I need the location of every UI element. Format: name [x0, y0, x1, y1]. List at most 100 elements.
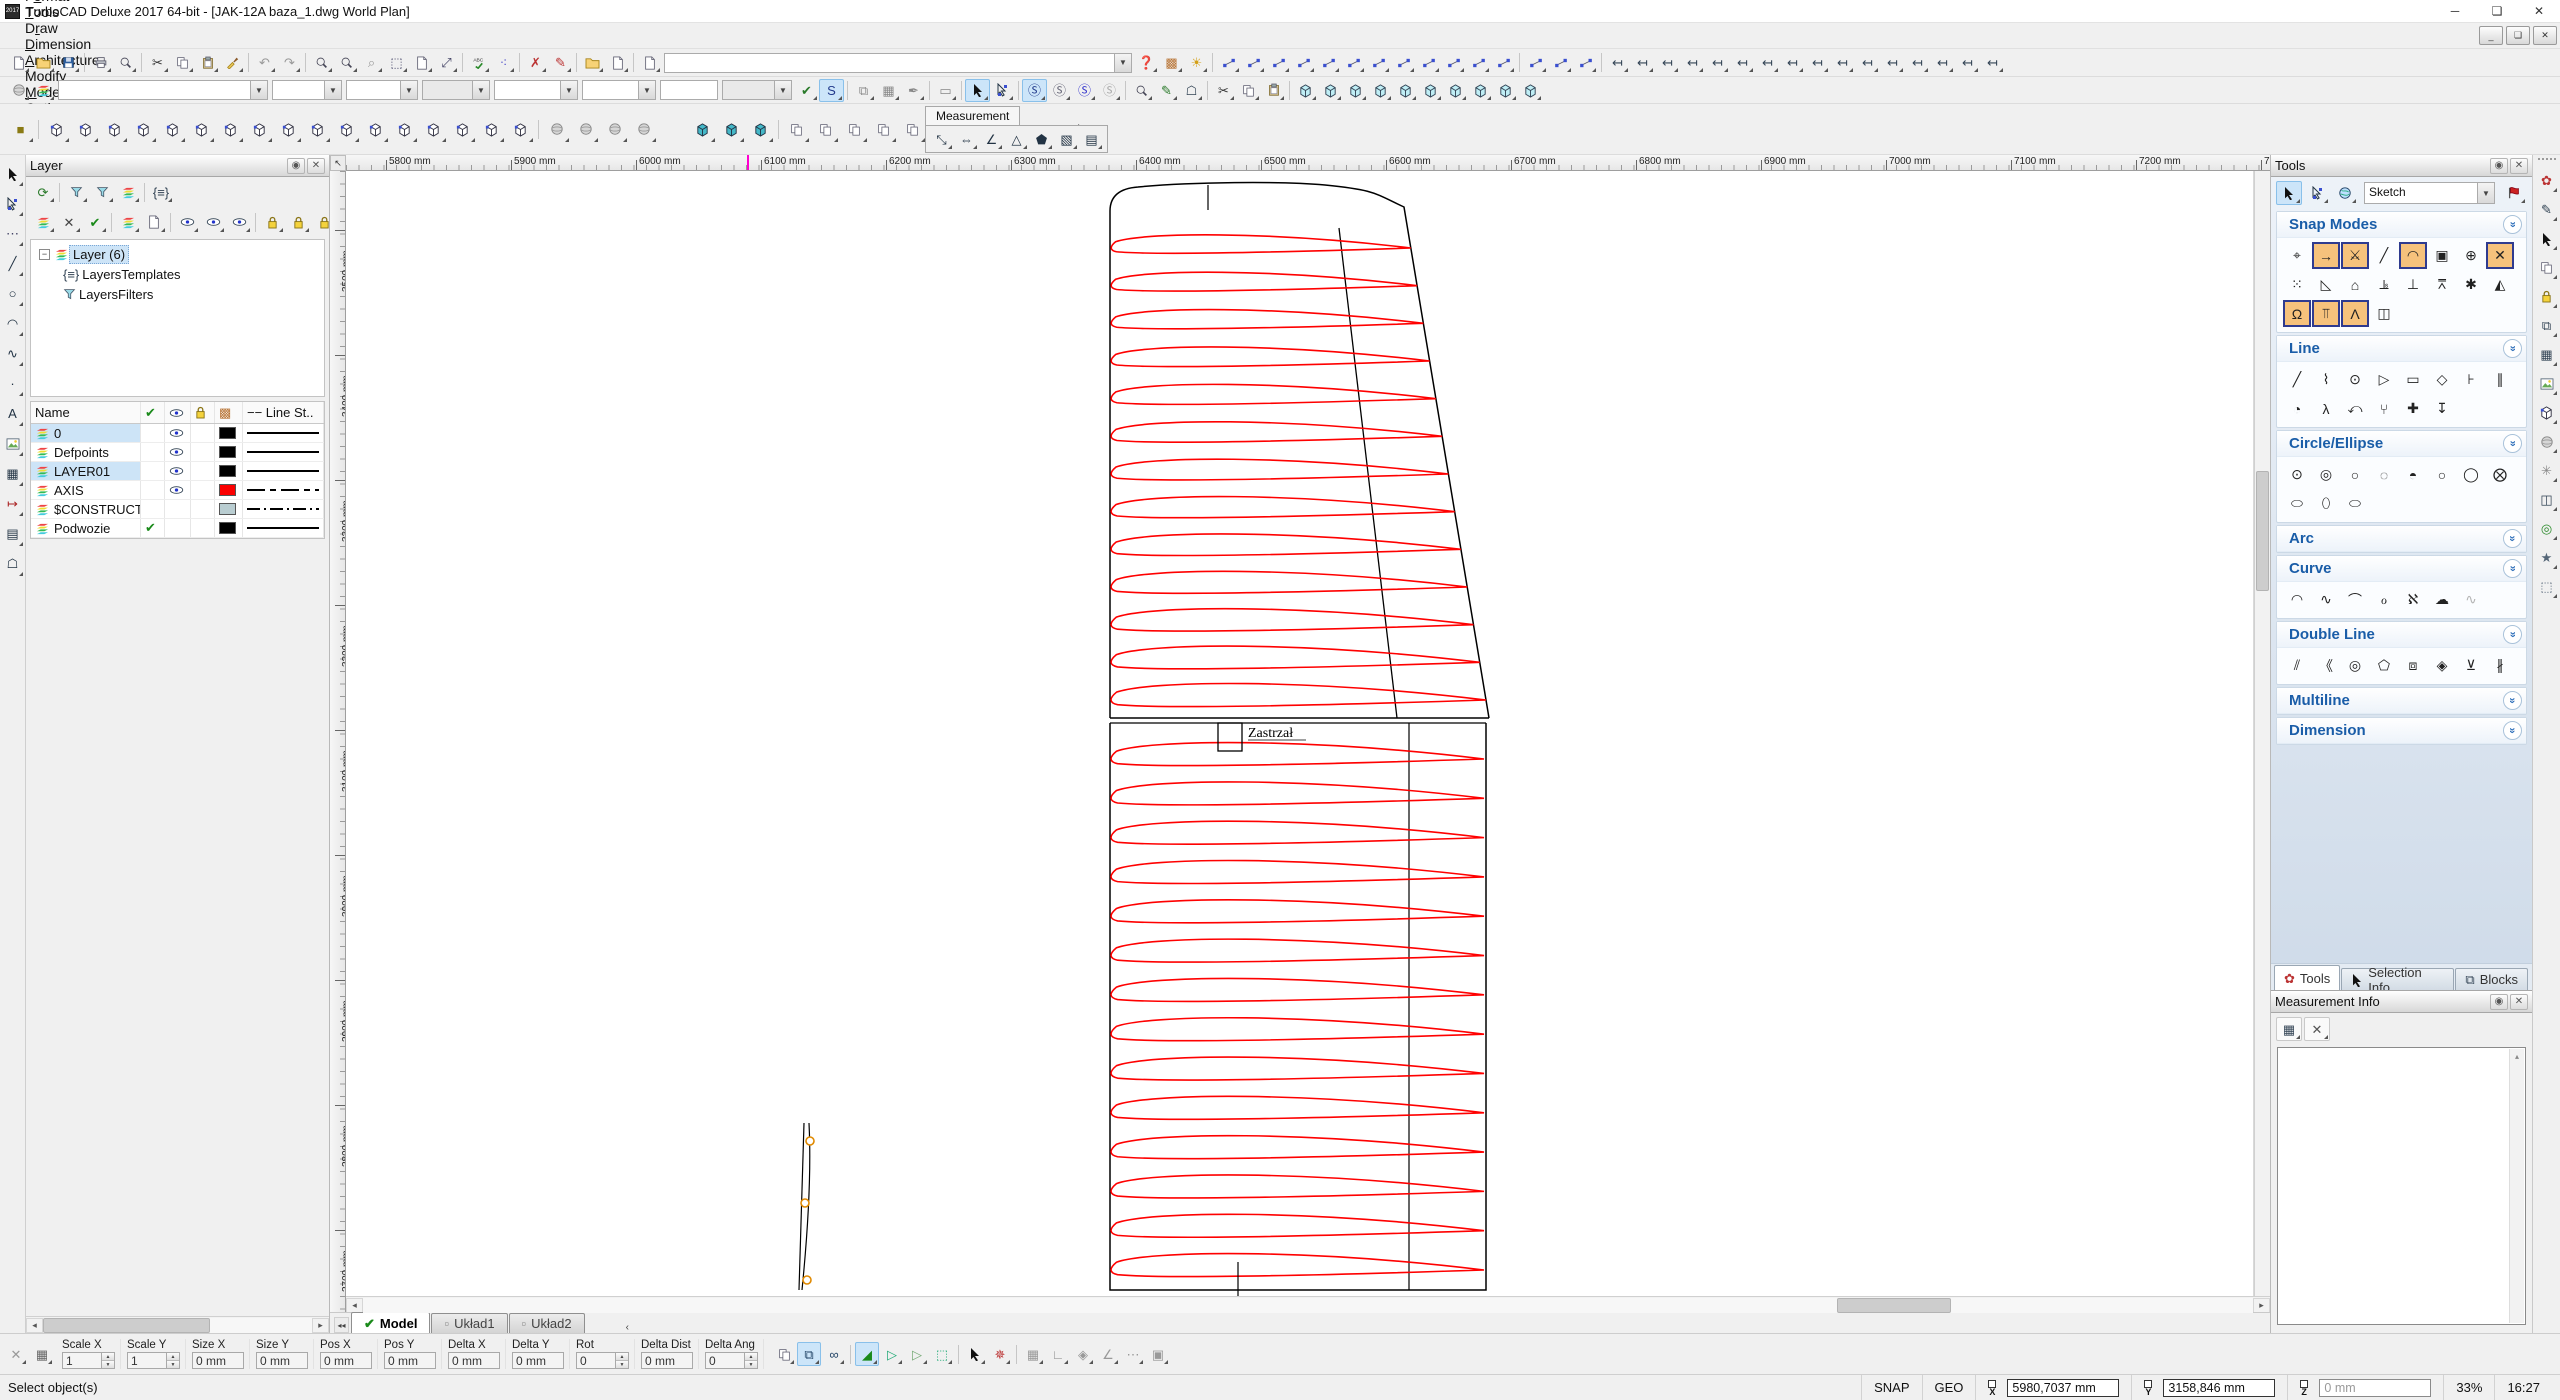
layer-linestyle-cell[interactable] — [243, 424, 324, 442]
tab-model[interactable]: ✔Model — [351, 1312, 430, 1333]
layer-active-cell[interactable] — [141, 443, 165, 461]
chevron-down-icon[interactable]: ▼ — [472, 81, 489, 99]
spinner[interactable]: ▲▼ — [616, 1352, 629, 1369]
color-swatch[interactable] — [219, 446, 236, 458]
measurement-info-titlebar[interactable]: Measurement Info ◉ ✕ — [2271, 991, 2532, 1013]
line-polyline-button[interactable]: ⌇ — [2312, 366, 2340, 393]
spinner[interactable]: ▲▼ — [167, 1352, 180, 1369]
circle-tangent-line-button[interactable]: ◓ — [2399, 461, 2427, 488]
curve-fit-button[interactable]: ⌒ — [2341, 586, 2369, 613]
section-header[interactable]: Curve« — [2277, 556, 2526, 582]
col-visible[interactable] — [165, 402, 191, 423]
prim-box-button[interactable] — [42, 114, 71, 144]
prim-loft-button[interactable] — [332, 114, 361, 144]
select-node-button[interactable] — [2304, 181, 2330, 205]
tools-palette-titlebar[interactable]: Tools ◉ ✕ — [2271, 155, 2532, 177]
dim-angle-button[interactable]: ↤ — [1805, 51, 1830, 74]
snap-center-button[interactable]: ◠ — [2399, 242, 2427, 269]
line-vertical-down-button[interactable]: ↧ — [2428, 395, 2456, 422]
line-button[interactable]: ╱ — [1, 249, 25, 278]
layer-tree-root-label[interactable]: Layer (6) — [69, 245, 129, 264]
copy-array-button[interactable] — [811, 114, 840, 144]
dyn-toggle-button[interactable]: ▣ — [1146, 1342, 1170, 1366]
layer-set-active-button[interactable]: ✔ — [82, 210, 108, 234]
dline-parallel-button[interactable]: ∦ — [2486, 652, 2514, 679]
line-tangent-from-arc-button[interactable]: λ — [2312, 395, 2340, 422]
snap-magnetic-button[interactable]: Ω — [2283, 300, 2311, 327]
show-toggle-button[interactable] — [200, 210, 226, 234]
select-by-layer-button[interactable] — [115, 210, 141, 234]
measure-table-button[interactable]: ▤ — [1079, 127, 1104, 151]
col-active[interactable]: ✔ — [141, 402, 165, 423]
filter-new-button[interactable] — [63, 180, 89, 204]
layer-active-cell[interactable]: ✔ — [141, 519, 165, 537]
chevron-down-icon[interactable]: ▼ — [638, 81, 655, 99]
snap-quadrant-button[interactable] — [1466, 51, 1491, 74]
color-combo[interactable]: ▼ — [272, 80, 342, 100]
layer-active-cell[interactable] — [141, 424, 165, 442]
curve-arc-button[interactable]: ◠ — [2283, 586, 2311, 613]
chevron-down-icon[interactable]: ▼ — [250, 81, 267, 99]
pen-ok-button[interactable]: ✔ — [794, 79, 819, 102]
snap-toggle-button[interactable]: ◈ — [1071, 1342, 1095, 1366]
scroll-left-icon[interactable]: ◂ — [26, 1318, 43, 1333]
prim-node-box-button[interactable] — [71, 114, 100, 144]
ortho-toggle-button[interactable]: ∟ — [1046, 1342, 1070, 1366]
layer-linestyle-cell[interactable] — [243, 500, 324, 518]
layer-row-Defpoints[interactable]: Defpoints — [31, 443, 324, 462]
doc-restore-button[interactable]: ❏ — [2506, 26, 2530, 45]
erase-marker-button[interactable]: ✵ — [988, 1342, 1012, 1366]
box-3d-4-button[interactable] — [1368, 79, 1393, 102]
pen-tool-button[interactable]: ✒ — [901, 79, 926, 102]
layer-name[interactable]: AXIS — [31, 481, 141, 499]
dline-polyline-button[interactable]: 《 — [2312, 652, 2340, 679]
section-header[interactable]: Arc» — [2277, 526, 2526, 552]
collapse-icon[interactable]: « — [2503, 625, 2522, 644]
dim-tolerance-button[interactable]: ↤ — [1955, 51, 1980, 74]
layer-color-cell[interactable] — [215, 462, 243, 480]
layer-palette-titlebar[interactable]: Layer ◉ ✕ — [26, 155, 329, 177]
dim-parallel-button[interactable]: ↤ — [1630, 51, 1655, 74]
snap-grid-point-button[interactable] — [1491, 51, 1516, 74]
layer-name[interactable]: LAYER01 — [31, 462, 141, 480]
cut-2-button[interactable]: ✂ — [1211, 79, 1236, 102]
layer-lock-cell[interactable] — [191, 462, 215, 480]
circle-center-radius-button[interactable]: ⊙ — [2283, 461, 2311, 488]
palette-tab-blocks[interactable]: ⧉Blocks — [2455, 968, 2528, 990]
measurement-list[interactable]: ▴ — [2277, 1047, 2526, 1325]
frame-tool-button[interactable]: ▦ — [876, 79, 901, 102]
green-target-button[interactable]: ◎ — [2534, 515, 2559, 542]
spell-check-button[interactable]: ABC — [466, 51, 491, 74]
section-header[interactable]: Snap Modes« — [2277, 212, 2526, 238]
line-style-combo[interactable]: ▼ — [494, 80, 578, 100]
redo-button[interactable]: ↷ — [277, 51, 302, 74]
menu-draw[interactable]: Draw — [14, 20, 111, 36]
insert-object-button[interactable] — [637, 51, 662, 74]
layer-color-cell[interactable] — [215, 500, 243, 518]
dim-style-box-button[interactable]: ↤ — [1980, 51, 2005, 74]
chevron-down-icon[interactable]: ▼ — [324, 81, 341, 99]
dim-datum-button[interactable]: ↤ — [1655, 51, 1680, 74]
prim-extrude-button[interactable] — [274, 114, 303, 144]
save-file-button[interactable] — [56, 51, 81, 74]
line-axis-button[interactable]: ✚ — [2399, 395, 2427, 422]
field-value[interactable]: 0 mm — [448, 1352, 500, 1369]
field-value[interactable]: 1 — [62, 1352, 102, 1369]
col-linestyle[interactable]: −− Line St.. — [243, 402, 324, 423]
field-value[interactable]: 0 mm — [256, 1352, 308, 1369]
color-swatch[interactable] — [219, 427, 236, 439]
geo-mode-indicator[interactable]: GEO — [1922, 1375, 1976, 1400]
color-swatch[interactable] — [219, 503, 236, 515]
layer-tree-item-layersfilters[interactable]: LayersFilters — [33, 284, 322, 304]
delete-selection-button[interactable]: ✕ — [4, 1342, 28, 1366]
box-3d-6-button[interactable] — [1418, 79, 1443, 102]
snap-modes-button[interactable]: ⋯ — [1, 219, 25, 248]
box-3d-2-button[interactable] — [1318, 79, 1343, 102]
layer-template-button[interactable]: {≡} — [148, 180, 174, 204]
coord-y-value[interactable]: 3158,846 mm — [2163, 1379, 2275, 1397]
layer-linestyle-cell[interactable] — [243, 481, 324, 499]
minimize-button[interactable]: ─ — [2434, 0, 2476, 22]
measure-angle-button[interactable]: ∠ — [979, 127, 1004, 151]
pin-icon[interactable]: ◉ — [2490, 158, 2508, 174]
rect-tool-button[interactable]: ▭ — [933, 79, 958, 102]
